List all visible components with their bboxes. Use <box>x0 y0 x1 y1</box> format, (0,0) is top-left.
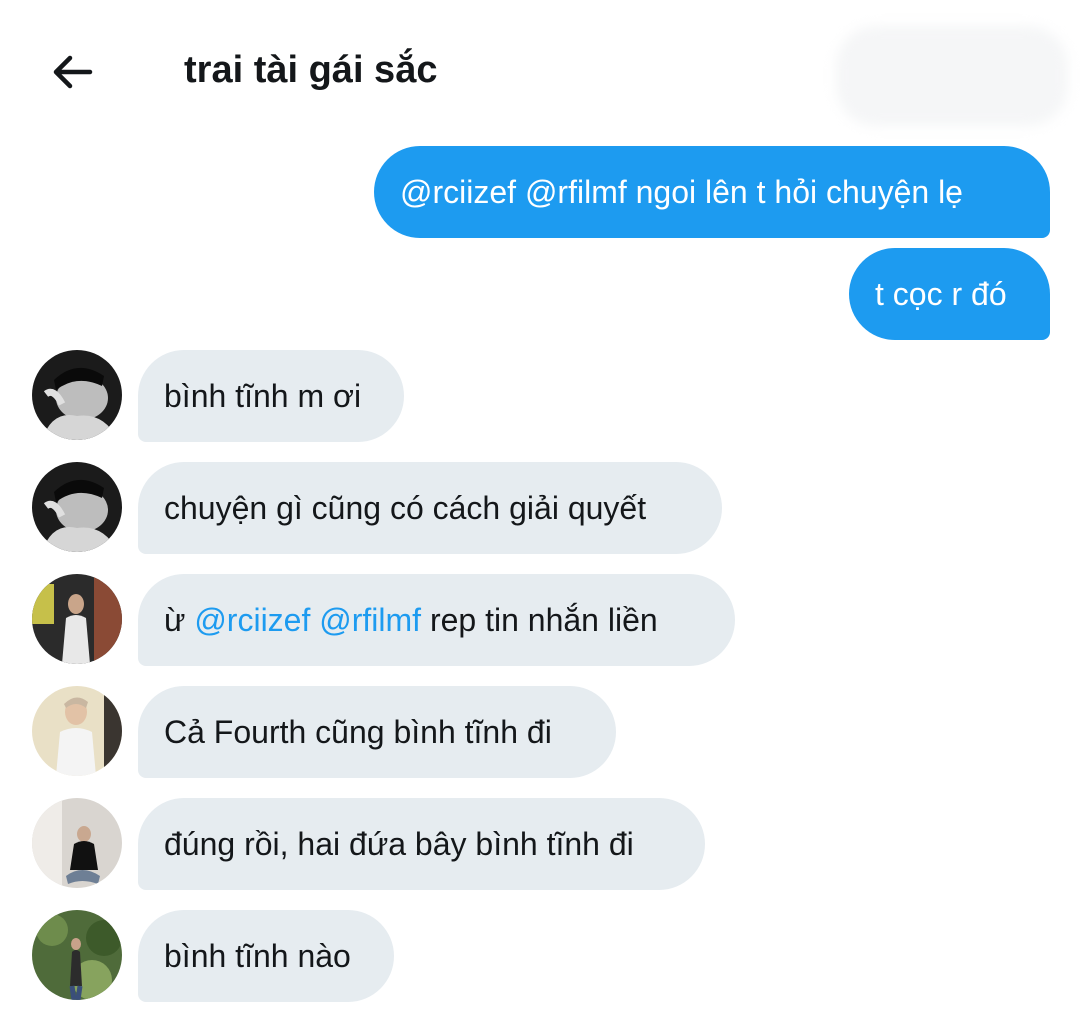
avatar[interactable] <box>32 462 122 552</box>
avatar-photo <box>32 686 122 776</box>
incoming-message[interactable]: Cả Fourth cũng bình tĩnh đi <box>138 686 616 778</box>
avatar[interactable] <box>32 350 122 440</box>
mention-link[interactable]: @rciizef <box>194 602 310 638</box>
mention-link[interactable]: @rfilmf <box>319 602 421 638</box>
avatar-photo <box>32 910 122 1000</box>
avatar[interactable] <box>32 574 122 664</box>
redacted-area <box>836 26 1068 126</box>
conversation-header: trai tài gái sắc <box>0 0 1080 140</box>
avatar[interactable] <box>32 910 122 1000</box>
message-text <box>310 602 319 638</box>
avatar-photo <box>32 798 122 888</box>
avatar-photo <box>32 350 122 440</box>
incoming-message[interactable]: chuyện gì cũng có cách giải quyết <box>138 462 722 554</box>
incoming-message[interactable]: ừ @rciizef @rfilmf rep tin nhắn liền <box>138 574 735 666</box>
avatar[interactable] <box>32 798 122 888</box>
incoming-message[interactable]: bình tĩnh m ơi <box>138 350 404 442</box>
incoming-message[interactable]: bình tĩnh nào <box>138 910 394 1002</box>
avatar-photo <box>32 574 122 664</box>
back-button[interactable] <box>44 44 100 100</box>
message-text: rep tin nhắn liền <box>421 602 658 638</box>
outgoing-message[interactable]: @rciizef @rfilmf ngoi lên t hỏi chuyện l… <box>374 146 1050 238</box>
incoming-message[interactable]: đúng rồi, hai đứa bây bình tĩnh đi <box>138 798 705 890</box>
outgoing-message[interactable]: t cọc r đó <box>849 248 1050 340</box>
avatar[interactable] <box>32 686 122 776</box>
avatar-photo <box>32 462 122 552</box>
message-text: ừ <box>164 602 195 638</box>
arrow-left-icon <box>53 55 93 89</box>
conversation-title: trai tài gái sắc <box>184 49 438 91</box>
